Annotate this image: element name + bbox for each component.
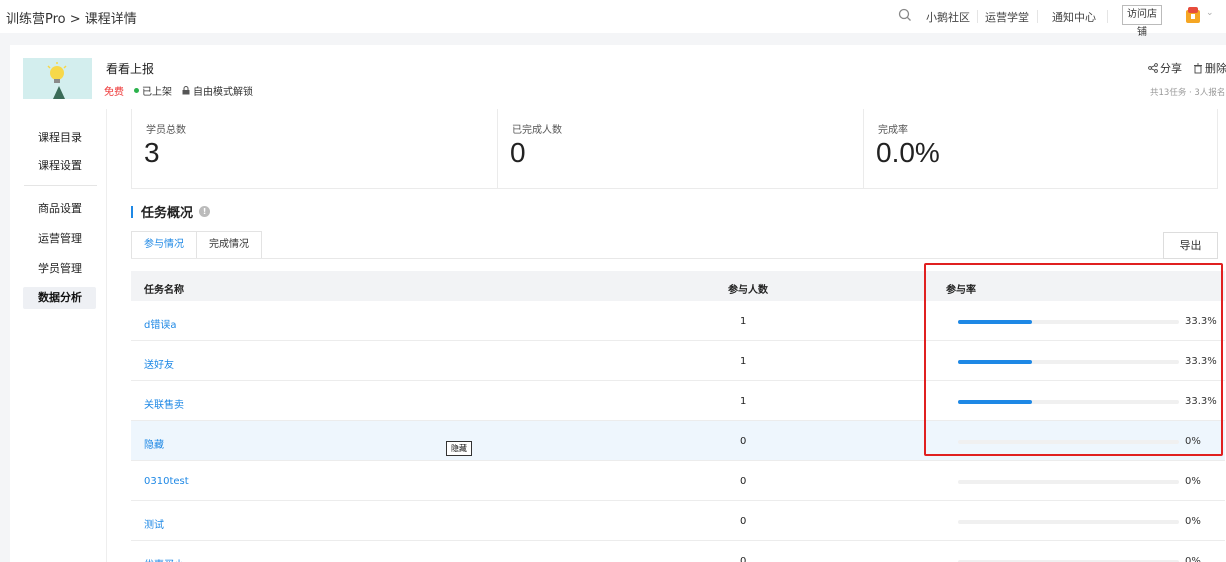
status-badge: 已上架 bbox=[134, 83, 172, 98]
user-avatar[interactable] bbox=[1183, 4, 1203, 26]
task-name-link[interactable]: d错误a bbox=[144, 316, 176, 331]
table-row: 0310test 0 0% bbox=[131, 461, 1225, 501]
tooltip: 隐藏 bbox=[446, 441, 472, 456]
breadcrumb[interactable]: 训练营Pro > 课程详情 bbox=[6, 8, 137, 27]
task-name-link[interactable]: 0310test bbox=[144, 476, 189, 487]
search-icon[interactable] bbox=[897, 7, 913, 23]
stat-value: 0.0% bbox=[876, 137, 940, 168]
participant-count: 0 bbox=[740, 436, 747, 447]
tab-divider bbox=[131, 258, 1218, 259]
course-header bbox=[10, 45, 1226, 109]
participant-count: 1 bbox=[740, 396, 747, 407]
sidebar-divider bbox=[24, 185, 97, 186]
participant-count: 1 bbox=[740, 356, 747, 367]
tab-participation[interactable]: 参与情况 bbox=[131, 231, 197, 259]
share-icon bbox=[1148, 63, 1158, 73]
nav-divider bbox=[977, 10, 978, 23]
stat-label: 学员总数 bbox=[146, 125, 186, 136]
stat-card-total-students: 学员总数 3 bbox=[131, 109, 498, 189]
rate-progress-bar bbox=[958, 480, 1179, 484]
chevron-down-icon[interactable]: ⌄ bbox=[1206, 8, 1214, 18]
rate-progress-bar bbox=[958, 520, 1179, 524]
nav-link-community[interactable]: 小鹅社区 bbox=[926, 9, 970, 25]
nav-link-notifications[interactable]: 通知中心 bbox=[1052, 9, 1096, 25]
unlock-mode: 自由模式解锁 bbox=[182, 83, 253, 98]
stat-label: 已完成人数 bbox=[512, 125, 562, 136]
task-name-link[interactable]: 优惠买小 bbox=[144, 556, 184, 562]
column-header-count: 参与人数 bbox=[728, 285, 768, 296]
nav-divider bbox=[1037, 10, 1038, 23]
sidebar: 课程目录 课程设置 商品设置 运营管理 学员管理 数据分析 bbox=[10, 109, 107, 562]
course-title: 看看上报 bbox=[106, 62, 155, 76]
course-thumbnail bbox=[23, 58, 92, 99]
stat-value: 0 bbox=[510, 137, 526, 168]
task-name-link[interactable]: 送好友 bbox=[144, 356, 174, 371]
tab-completion[interactable]: 完成情况 bbox=[196, 231, 262, 259]
export-button[interactable]: 导出 bbox=[1163, 232, 1218, 259]
nav-link-academy[interactable]: 运营学堂 bbox=[985, 9, 1029, 25]
task-name-link[interactable]: 测试 bbox=[144, 516, 164, 531]
nav-divider bbox=[1107, 10, 1108, 23]
participant-count: 1 bbox=[740, 316, 747, 327]
sidebar-item-catalog[interactable]: 课程目录 bbox=[23, 127, 96, 149]
section-title: 任务概况 ! bbox=[131, 202, 211, 221]
task-name-link[interactable]: 关联售卖 bbox=[144, 396, 184, 411]
trash-icon bbox=[1194, 63, 1202, 73]
status-dot-icon bbox=[134, 88, 139, 93]
participant-count: 0 bbox=[740, 516, 747, 527]
sidebar-item-product-settings[interactable]: 商品设置 bbox=[23, 198, 96, 220]
top-bar: 训练营Pro > 课程详情 bbox=[0, 0, 1226, 33]
sidebar-item-analytics[interactable]: 数据分析 bbox=[23, 287, 96, 309]
sidebar-item-students[interactable]: 学员管理 bbox=[23, 258, 96, 280]
price-tag: 免费 bbox=[104, 87, 124, 98]
info-icon[interactable]: ! bbox=[199, 206, 211, 217]
stat-label: 完成率 bbox=[878, 125, 908, 136]
share-button[interactable]: 分享 bbox=[1148, 60, 1182, 76]
stat-card-completion-rate: 完成率 0.0% bbox=[863, 109, 1218, 189]
highlight-annotation bbox=[924, 263, 1223, 456]
course-summary: 共13任务 · 3人报名 bbox=[1150, 88, 1226, 98]
tab-bar: 参与情况 完成情况 bbox=[131, 231, 262, 259]
participant-count: 0 bbox=[740, 476, 747, 487]
task-name-link[interactable]: 隐藏 bbox=[144, 436, 164, 451]
course-meta: 免费 已上架 自由模式解锁 bbox=[104, 83, 253, 98]
table-row: 优惠买小 0 0% bbox=[131, 541, 1225, 562]
participant-count: 0 bbox=[740, 556, 747, 562]
stat-card-completed: 已完成人数 0 bbox=[497, 109, 864, 189]
section-accent-bar bbox=[131, 205, 133, 218]
participation-rate: 0% bbox=[1185, 556, 1201, 562]
sidebar-item-course-settings[interactable]: 课程设置 bbox=[23, 155, 96, 177]
table-row: 测试 0 0% bbox=[131, 501, 1225, 541]
participation-rate: 0% bbox=[1185, 516, 1201, 527]
delete-button[interactable]: 删除 bbox=[1193, 60, 1226, 76]
visit-store-button[interactable]: 访问店铺 bbox=[1122, 5, 1162, 38]
stat-value: 3 bbox=[144, 137, 160, 168]
participation-rate: 0% bbox=[1185, 476, 1201, 487]
column-header-name: 任务名称 bbox=[144, 285, 184, 296]
sidebar-item-operations[interactable]: 运营管理 bbox=[23, 228, 96, 250]
lock-icon bbox=[182, 86, 190, 95]
